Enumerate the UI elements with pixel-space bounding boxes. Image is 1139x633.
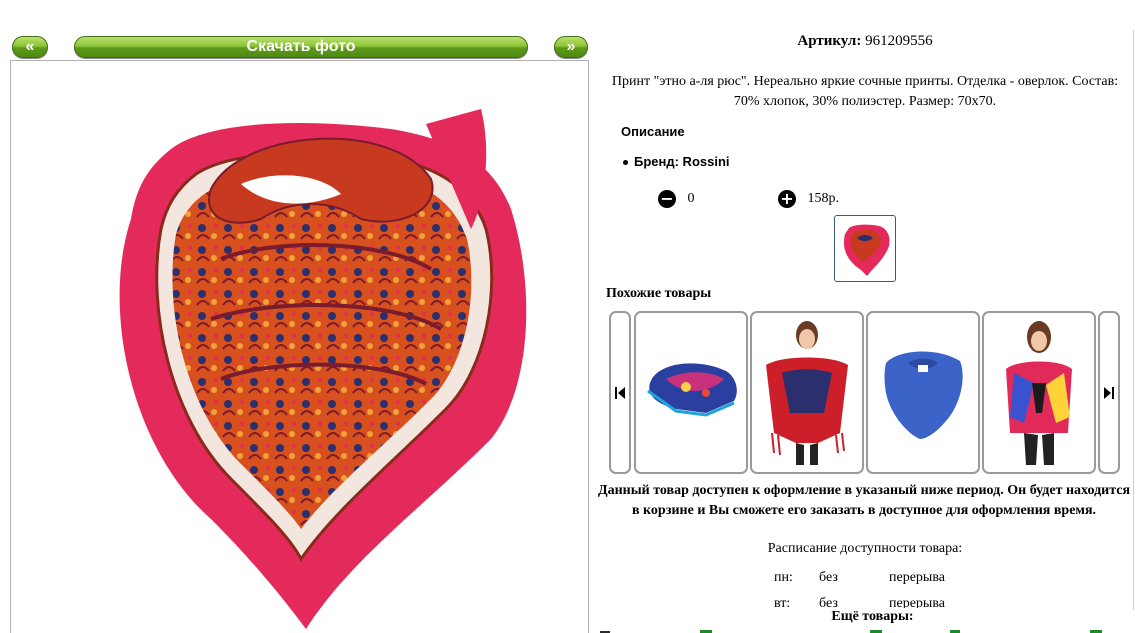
similar-item-image — [760, 317, 854, 467]
article-line: Артикул: 961209556 — [600, 33, 1130, 50]
product-description: Принт "этно а-ля рюс". Нереально яркие с… — [611, 74, 1119, 109]
similar-products-heading: Похожие товары — [606, 286, 712, 301]
minus-icon[interactable]: − — [658, 190, 676, 208]
next-photo-button[interactable]: » — [554, 36, 588, 58]
scarf-product-image[interactable] — [91, 89, 531, 629]
similar-item[interactable] — [866, 311, 980, 474]
schedule-value: перерыва — [889, 570, 945, 585]
schedule-day: пн: — [774, 570, 793, 585]
description-heading: Описание — [621, 124, 685, 139]
selected-thumbnail[interactable] — [834, 215, 896, 282]
schedule-value: перерыва — [889, 596, 945, 608]
price-value: 158р. — [807, 191, 840, 206]
skip-forward-icon — [1104, 387, 1114, 399]
download-photo-button[interactable]: Скачать фото — [74, 36, 528, 58]
more-products-heading: Ещё товары: — [831, 609, 914, 624]
availability-notice: Данный товар доступен к оформление в ука… — [597, 483, 1131, 518]
bullet-icon — [623, 160, 628, 166]
schedule-row: пн: без перерыва — [600, 570, 1130, 596]
scrollbar[interactable] — [1133, 30, 1139, 610]
prev-photo-button[interactable]: « — [12, 36, 48, 58]
product-photo-frame — [10, 60, 589, 633]
quantity-control: − 0 + 158р. — [658, 190, 839, 208]
carousel-next-button[interactable] — [1098, 311, 1120, 474]
schedule-value: без — [819, 570, 838, 585]
more-products-strip — [600, 630, 1102, 633]
similar-item-image — [884, 351, 963, 439]
skip-back-icon — [615, 387, 625, 399]
article-label: Артикул: — [797, 33, 862, 49]
brand-text: Бренд: Rossini — [634, 154, 730, 169]
price-group: + 158р. — [778, 190, 839, 208]
brand-list-item: Бренд: Rossini — [623, 154, 730, 169]
schedule-row: вт: без перерыва — [600, 596, 1130, 608]
similar-products-carousel — [609, 311, 1123, 475]
similar-item-image — [992, 317, 1086, 467]
schedule-day: вт: — [774, 596, 791, 608]
carousel-prev-button[interactable] — [609, 311, 631, 474]
photo-nav: « Скачать фото » — [12, 36, 588, 60]
similar-item[interactable] — [634, 311, 748, 474]
similar-item-image — [647, 363, 737, 417]
scarf-thumbnail-image — [843, 224, 890, 276]
similar-item[interactable] — [750, 311, 864, 474]
availability-schedule: пн: без перерыва вт: без перерыва — [600, 568, 1130, 608]
plus-icon[interactable]: + — [778, 190, 796, 208]
schedule-value: без — [819, 596, 838, 608]
similar-item[interactable] — [982, 311, 1096, 474]
schedule-title: Расписание доступности товара: — [767, 541, 963, 556]
quantity-value: 0 — [687, 191, 695, 206]
article-value: 961209556 — [865, 33, 933, 49]
